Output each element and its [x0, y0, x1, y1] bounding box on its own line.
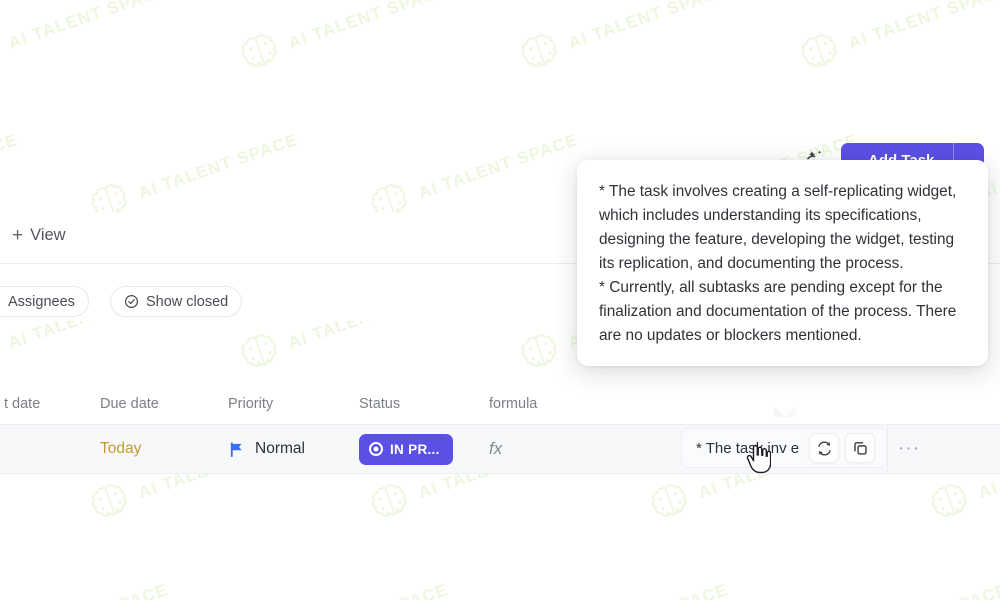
app-root: AI TALENT SPACE AI TALENT SPACE AI TALENT … — [0, 0, 1000, 600]
column-header-status[interactable]: Status — [359, 396, 400, 412]
watermark-label: AI TALENT SPACE — [286, 580, 451, 600]
filter-show-closed-label: Show closed — [146, 293, 229, 310]
brain-icon — [371, 484, 407, 517]
formula-tooltip: * The task involves creating a self-repl… — [577, 160, 988, 366]
filter-show-closed-button[interactable]: Show closed — [110, 286, 243, 317]
add-view-button[interactable]: + View — [4, 222, 74, 249]
row-more-menu-button[interactable]: ··· — [896, 437, 922, 459]
copy-button[interactable] — [845, 433, 875, 463]
watermark-label: AI TALENT SPACE — [135, 130, 301, 203]
brain-icon — [801, 34, 837, 67]
status-badge[interactable]: IN PR... — [359, 433, 453, 465]
brain-icon — [241, 334, 277, 367]
table-header: t date Due date Priority Status formula — [0, 386, 1000, 424]
cell-status[interactable]: IN PR... — [359, 425, 453, 473]
brain-icon — [651, 484, 687, 517]
filter-assignees-button[interactable]: Assignees — [0, 286, 89, 317]
person-icon — [0, 294, 1, 309]
watermark-tile: AI TALENT SPACE — [0, 570, 174, 600]
watermark-label: AI TALENT SPACE — [6, 580, 171, 600]
column-header-due-date[interactable]: Due date — [100, 396, 159, 412]
column-header-start-date[interactable]: t date — [4, 396, 40, 412]
refresh-button[interactable] — [809, 433, 839, 463]
cell-due-date[interactable]: Today — [100, 425, 141, 473]
brain-icon — [241, 34, 277, 67]
watermark-tile: AI TALENT SPACE — [793, 570, 1000, 600]
watermark-tile: AI TALENT SPACE — [513, 0, 734, 81]
flag-icon — [228, 441, 245, 458]
formula-tooltip-text: * The task involves creating a self-repl… — [599, 183, 957, 344]
add-view-label: View — [30, 226, 66, 244]
brain-icon — [521, 334, 557, 367]
watermark-tile: AI TALENT SPACE — [233, 0, 454, 81]
brain-icon — [91, 484, 127, 517]
brain-icon — [0, 327, 8, 381]
cell-formula-icon[interactable]: fx — [489, 425, 502, 473]
check-circle-icon — [124, 294, 139, 309]
watermark-label: AI TALENT SPACE — [285, 0, 451, 53]
brain-icon — [521, 34, 557, 67]
watermark-label: AI TALENT SPACE — [565, 0, 731, 53]
filter-assignees-label: Assignees — [8, 293, 75, 310]
watermark-tile: AI TALENT SPACE — [233, 570, 454, 600]
fx-icon: fx — [489, 439, 503, 458]
brain-icon — [0, 27, 8, 81]
status-dot-icon — [369, 442, 383, 456]
watermark-label: AI TALENT SPACE — [415, 130, 581, 203]
watermark-label: AI TALENT SPACE — [845, 0, 1000, 53]
watermark-label: AI TALENT SPACE — [0, 130, 21, 203]
cell-priority-label: Normal — [255, 440, 305, 457]
status-badge-label: IN PR... — [390, 441, 440, 457]
cell-priority[interactable]: Normal — [228, 425, 305, 473]
watermark-tile: AI TALENT SPACE — [0, 0, 174, 81]
row-action-divider — [887, 424, 888, 472]
watermark-label: AI TALENT SPACE — [566, 580, 731, 600]
tooltip-arrow — [774, 405, 796, 417]
column-header-formula[interactable]: formula — [489, 396, 537, 412]
watermark-label: AI TALENT SPACE — [846, 580, 1000, 600]
column-header-priority[interactable]: Priority — [228, 396, 273, 412]
plus-icon: + — [12, 225, 24, 246]
watermark-tile: AI TALENT SPACE — [793, 0, 1000, 81]
watermark-label: AI TALENT SPACE — [5, 0, 171, 53]
brain-icon — [931, 484, 967, 517]
watermark-tile: AI TALENT SPACE — [513, 570, 734, 600]
